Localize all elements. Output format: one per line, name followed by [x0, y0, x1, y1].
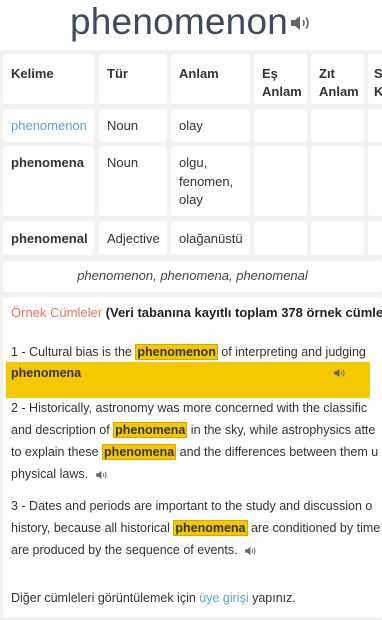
header-kelime: Kelime — [3, 54, 94, 104]
header: phenomenon — [0, 0, 382, 50]
speaker-icon[interactable] — [95, 469, 109, 481]
table-row: phenomenal — [3, 221, 94, 255]
word-link[interactable]: phenomenon — [11, 117, 87, 135]
speaker-icon[interactable] — [244, 545, 258, 557]
example-2: 2 - Historically, astronomy was more con… — [11, 401, 368, 415]
speaker-icon[interactable] — [333, 367, 347, 379]
examples-title: Örnek Cümleler (Veri tabanına kayıtlı to… — [11, 305, 382, 320]
word-forms: phenomenon, phenomena, phenomenal — [3, 261, 382, 292]
header-es-anlam: Eş Anlam — [254, 54, 307, 104]
example-3: 3 - Dates and periods are important to t… — [11, 499, 373, 513]
content-panel: Kelime Tür Anlam Eş Anlam Zıt Anlam S K … — [0, 50, 382, 620]
table-row: phenomenon — [3, 109, 94, 142]
speaker-icon[interactable] — [289, 13, 313, 33]
header-anlam: Anlam — [171, 54, 250, 104]
example-sentences: Örnek Cümleler (Veri tabanına kayıtlı to… — [3, 297, 382, 617]
page-title: phenomenon — [70, 1, 289, 42]
login-link[interactable]: üye girişi — [199, 591, 248, 605]
example-1: 1 - Cultural bias is the phenomenon of i… — [11, 344, 366, 360]
header-zit-anlam: Zıt Anlam — [311, 54, 364, 104]
login-prompt: Diğer cümleleri görüntülemek için üye gi… — [11, 591, 296, 605]
header-tur: Tür — [99, 54, 167, 104]
table-row: phenomena — [3, 146, 94, 216]
highlight-bar: phenomena — [6, 362, 370, 398]
header-cut: S K — [368, 54, 382, 104]
